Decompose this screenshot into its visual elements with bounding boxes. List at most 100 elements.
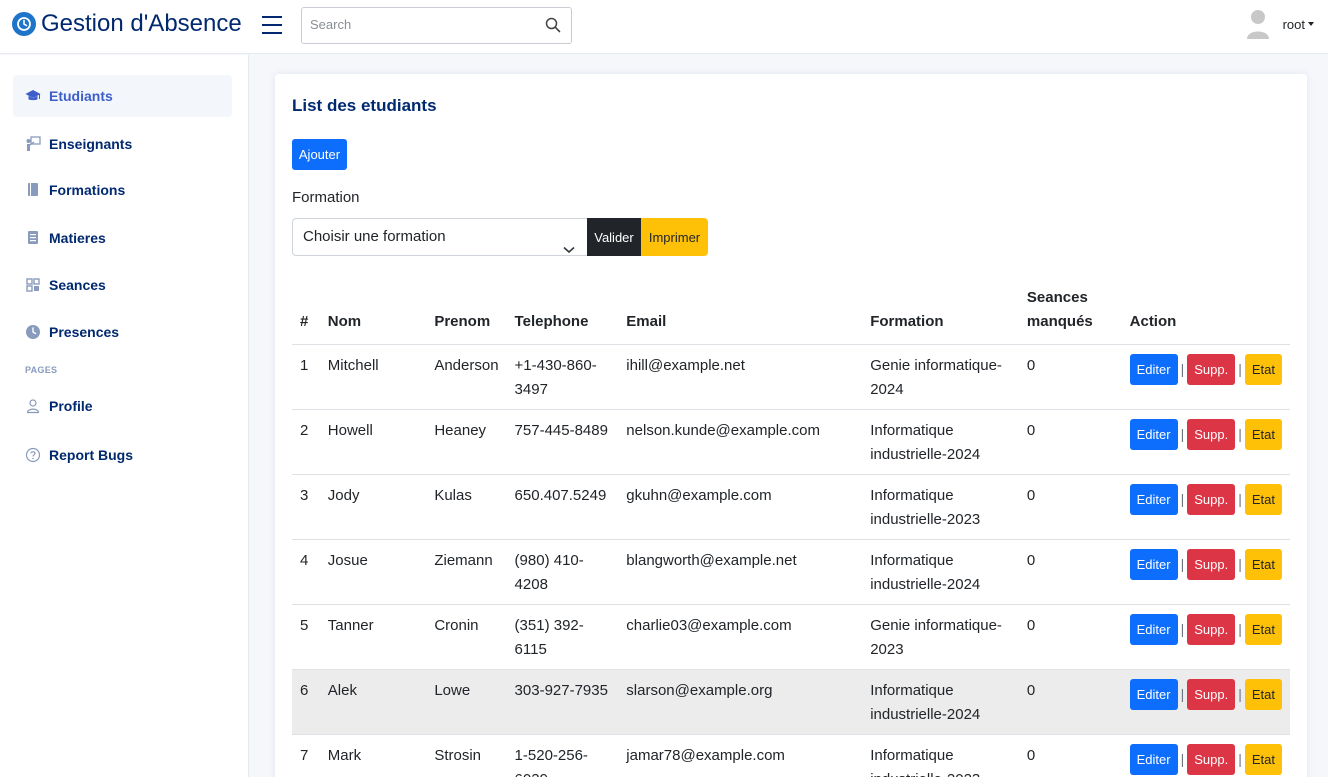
action-separator: |: [1180, 361, 1185, 377]
sidebar-item-label: Matieres: [49, 230, 106, 246]
delete-button[interactable]: Supp.: [1187, 678, 1236, 710]
action-separator: |: [1238, 556, 1242, 572]
action-separator: |: [1180, 686, 1185, 702]
action-separator: |: [1180, 556, 1185, 572]
cell-prenom: Lowe: [426, 669, 507, 735]
delete-button[interactable]: Supp.: [1187, 613, 1236, 645]
sidebar-item-presences[interactable]: Presences: [13, 311, 232, 353]
edit-button[interactable]: Editer: [1129, 678, 1178, 710]
journal-icon: [25, 230, 41, 246]
delete-button[interactable]: Supp.: [1187, 743, 1236, 775]
cell-seances: 0: [1018, 409, 1122, 475]
sidebar-item-etudiants[interactable]: Etudiants: [13, 75, 232, 117]
cell-prenom: Anderson: [426, 344, 507, 410]
cell-prenom: Ziemann: [426, 539, 507, 605]
cell-nom: Alek: [319, 669, 427, 735]
add-student-button[interactable]: Ajouter: [292, 139, 347, 170]
edit-button[interactable]: Editer: [1129, 353, 1178, 385]
formation-filter-label: Formation: [292, 189, 360, 206]
edit-button[interactable]: Editer: [1129, 418, 1178, 450]
search-icon[interactable]: [545, 17, 561, 38]
formation-select[interactable]: Choisir une formation: [292, 218, 588, 256]
state-button[interactable]: Etat: [1244, 743, 1282, 775]
sidebar-item-matieres[interactable]: Matieres: [13, 217, 232, 259]
sidebar: Etudiants Enseignants Formations Matiere…: [0, 55, 249, 777]
state-button[interactable]: Etat: [1244, 613, 1282, 645]
sidebar-item-label: Presences: [49, 324, 120, 340]
sidebar-item-report-bugs[interactable]: Report Bugs: [13, 434, 232, 476]
formation-select-value: Choisir une formation: [303, 228, 446, 245]
search-input[interactable]: [310, 17, 530, 32]
cell-telephone: (980) 410-4208: [506, 539, 619, 605]
delete-button[interactable]: Supp.: [1187, 418, 1236, 450]
sidebar-item-label: Seances: [49, 277, 106, 293]
cell-formation: Informatique industrielle-2024: [862, 539, 1019, 605]
cell-formation: Informatique industrielle-2024: [862, 409, 1019, 475]
cell-prenom: Heaney: [426, 409, 507, 475]
cell-nom: Josue: [319, 539, 427, 605]
cell-actions: Editer | Supp. | Etat: [1121, 539, 1290, 605]
clock-logo-icon: [12, 12, 36, 36]
edit-button[interactable]: Editer: [1129, 548, 1178, 580]
print-button[interactable]: Imprimer: [641, 218, 708, 256]
state-button[interactable]: Etat: [1244, 483, 1282, 515]
row-number: 1: [292, 344, 320, 410]
sidebar-item-label: Report Bugs: [49, 447, 133, 463]
cell-email: ihill@example.net: [618, 344, 863, 410]
person-icon: [25, 398, 41, 414]
cell-telephone: +1-430-860-3497: [506, 344, 619, 410]
cell-formation: Informatique industrielle-2023: [862, 474, 1019, 540]
cell-telephone: 303-927-7935: [506, 669, 619, 735]
column-header: Formation: [862, 282, 1019, 345]
teacher-icon: [25, 136, 41, 152]
sidebar-item-formations[interactable]: Formations: [13, 169, 232, 211]
app-logo[interactable]: Gestion d'Absence: [12, 10, 242, 38]
action-separator: |: [1180, 751, 1185, 767]
state-button[interactable]: Etat: [1244, 548, 1282, 580]
action-separator: |: [1238, 751, 1242, 767]
cell-formation: Informatique industrielle-2024: [862, 669, 1019, 735]
delete-button[interactable]: Supp.: [1187, 353, 1236, 385]
cell-formation: Informatique industrielle-2023: [862, 734, 1019, 777]
row-number: 5: [292, 604, 320, 670]
cell-prenom: Kulas: [426, 474, 507, 540]
page-title: List des etudiants: [292, 96, 437, 115]
table-row: 4 Josue Ziemann (980) 410-4208 blangworth@ex…: [292, 539, 1290, 605]
clock-icon: [25, 324, 41, 340]
sidebar-item-enseignants[interactable]: Enseignants: [13, 123, 232, 165]
table-row: 1 Mitchell Anderson +1-430-860-3497 ihill@ex…: [292, 344, 1290, 410]
user-menu[interactable]: root: [1245, 8, 1314, 40]
delete-button[interactable]: Supp.: [1187, 483, 1236, 515]
cell-actions: Editer | Supp. | Etat: [1121, 734, 1290, 777]
column-header: #: [292, 282, 320, 345]
column-header: Seances manqués: [1018, 282, 1122, 345]
avatar-icon: [1245, 8, 1271, 40]
students-card: List des etudiants Ajouter Formation Cho…: [275, 74, 1307, 777]
sidebar-item-profile[interactable]: Profile: [13, 385, 232, 427]
cell-actions: Editer | Supp. | Etat: [1121, 344, 1290, 410]
column-header: Email: [618, 282, 863, 345]
edit-button[interactable]: Editer: [1129, 483, 1178, 515]
cell-email: charlie03@example.com: [618, 604, 863, 670]
sidebar-item-label: Formations: [49, 182, 126, 198]
sidebar-item-seances[interactable]: Seances: [13, 264, 232, 306]
state-button[interactable]: Etat: [1244, 418, 1282, 450]
cell-seances: 0: [1018, 734, 1122, 777]
cell-seances: 0: [1018, 344, 1122, 410]
validate-button[interactable]: Valider: [587, 218, 641, 256]
state-button[interactable]: Etat: [1244, 353, 1282, 385]
action-separator: |: [1180, 491, 1185, 507]
cell-actions: Editer | Supp. | Etat: [1121, 669, 1290, 735]
students-table: # Nom Prenom Telephone Email Formation S…: [292, 282, 1290, 777]
row-number: 2: [292, 409, 320, 475]
cell-email: blangworth@example.net: [618, 539, 863, 605]
top-bar: Gestion d'Absence root: [0, 0, 1328, 54]
state-button[interactable]: Etat: [1244, 678, 1282, 710]
delete-button[interactable]: Supp.: [1187, 548, 1236, 580]
menu-toggle-icon[interactable]: [262, 16, 282, 34]
edit-button[interactable]: Editer: [1129, 613, 1178, 645]
column-header: Nom: [319, 282, 427, 345]
chevron-down-icon: [563, 232, 575, 268]
action-separator: |: [1238, 686, 1242, 702]
edit-button[interactable]: Editer: [1129, 743, 1178, 775]
